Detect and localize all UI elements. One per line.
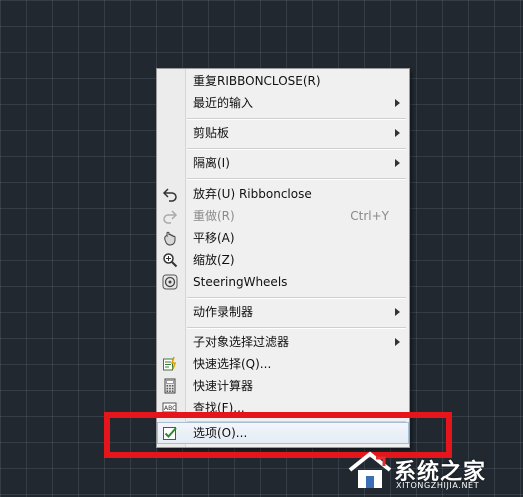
menu-item-steeringwheels[interactable]: SteeringWheels — [157, 271, 409, 293]
submenu-arrow-icon — [395, 99, 400, 107]
menu-item-label: 快速计算器 — [193, 379, 254, 393]
submenu-arrow-icon — [395, 159, 400, 167]
redo-icon — [162, 208, 178, 224]
menu-item-recent-input[interactable]: 最近的输入 — [157, 92, 409, 114]
submenu-arrow-icon — [395, 129, 400, 137]
menu-item-label: 动作录制器 — [193, 305, 254, 319]
menu-separator — [187, 327, 406, 329]
menu-item-redo[interactable]: 重做(R) Ctrl+Y — [157, 205, 409, 227]
menu-item-label: 隔离(I) — [193, 156, 230, 170]
watermark-logo: 系统之家 XITONGZHIJIA.NET — [344, 448, 520, 494]
menu-item-label: 剪贴板 — [193, 126, 230, 140]
menu-item-undo[interactable]: 放弃(U) Ribbonclose — [157, 183, 409, 205]
submenu-arrow-icon — [395, 308, 400, 316]
quick-select-icon — [162, 356, 178, 372]
menu-item-label: 重复RIBBONCLOSE(R) — [193, 74, 321, 88]
house-logo-icon — [348, 451, 392, 488]
menu-item-label: 最近的输入 — [193, 96, 254, 110]
undo-icon — [162, 186, 178, 202]
menu-item-label: 放弃(U) Ribbonclose — [193, 187, 312, 201]
menu-item-zoom[interactable]: 缩放(Z) — [157, 249, 409, 271]
menu-item-action-recorder[interactable]: 动作录制器 — [157, 301, 409, 323]
menu-item-shortcut: Ctrl+Y — [350, 209, 389, 223]
context-menu: 重复RIBBONCLOSE(R) 最近的输入 剪贴板 隔离(I) 放弃(U) R… — [156, 68, 410, 448]
menu-item-label: 缩放(Z) — [193, 253, 235, 267]
submenu-arrow-icon — [395, 338, 400, 346]
menu-item-quick-calc[interactable]: 快速计算器 — [157, 375, 409, 397]
menu-item-isolate[interactable]: 隔离(I) — [157, 152, 409, 174]
menu-item-label: 重做(R) — [193, 209, 235, 223]
menu-separator — [187, 178, 406, 180]
menu-item-label: 子对象选择过滤器 — [193, 335, 290, 349]
zoom-icon — [162, 252, 178, 268]
menu-item-label: 快速选择(Q)... — [193, 357, 272, 371]
calculator-icon — [162, 378, 178, 394]
menu-item-pan[interactable]: 平移(A) — [157, 227, 409, 249]
menu-separator — [187, 297, 406, 299]
menu-separator — [187, 118, 406, 120]
svg-text:ABC: ABC — [164, 405, 176, 412]
menu-item-clipboard[interactable]: 剪贴板 — [157, 122, 409, 144]
watermark-url: XITONGZHIJIA.NET — [396, 481, 480, 490]
menu-item-label: SteeringWheels — [193, 275, 288, 289]
menu-item-repeat-ribbonclose[interactable]: 重复RIBBONCLOSE(R) — [157, 70, 409, 92]
menu-separator — [187, 148, 406, 150]
menu-item-subobject-filter[interactable]: 子对象选择过滤器 — [157, 331, 409, 353]
menu-item-quick-select[interactable]: 快速选择(Q)... — [157, 353, 409, 375]
pan-icon — [162, 230, 178, 246]
menu-item-label: 平移(A) — [193, 231, 235, 245]
steering-wheels-icon — [162, 274, 178, 290]
